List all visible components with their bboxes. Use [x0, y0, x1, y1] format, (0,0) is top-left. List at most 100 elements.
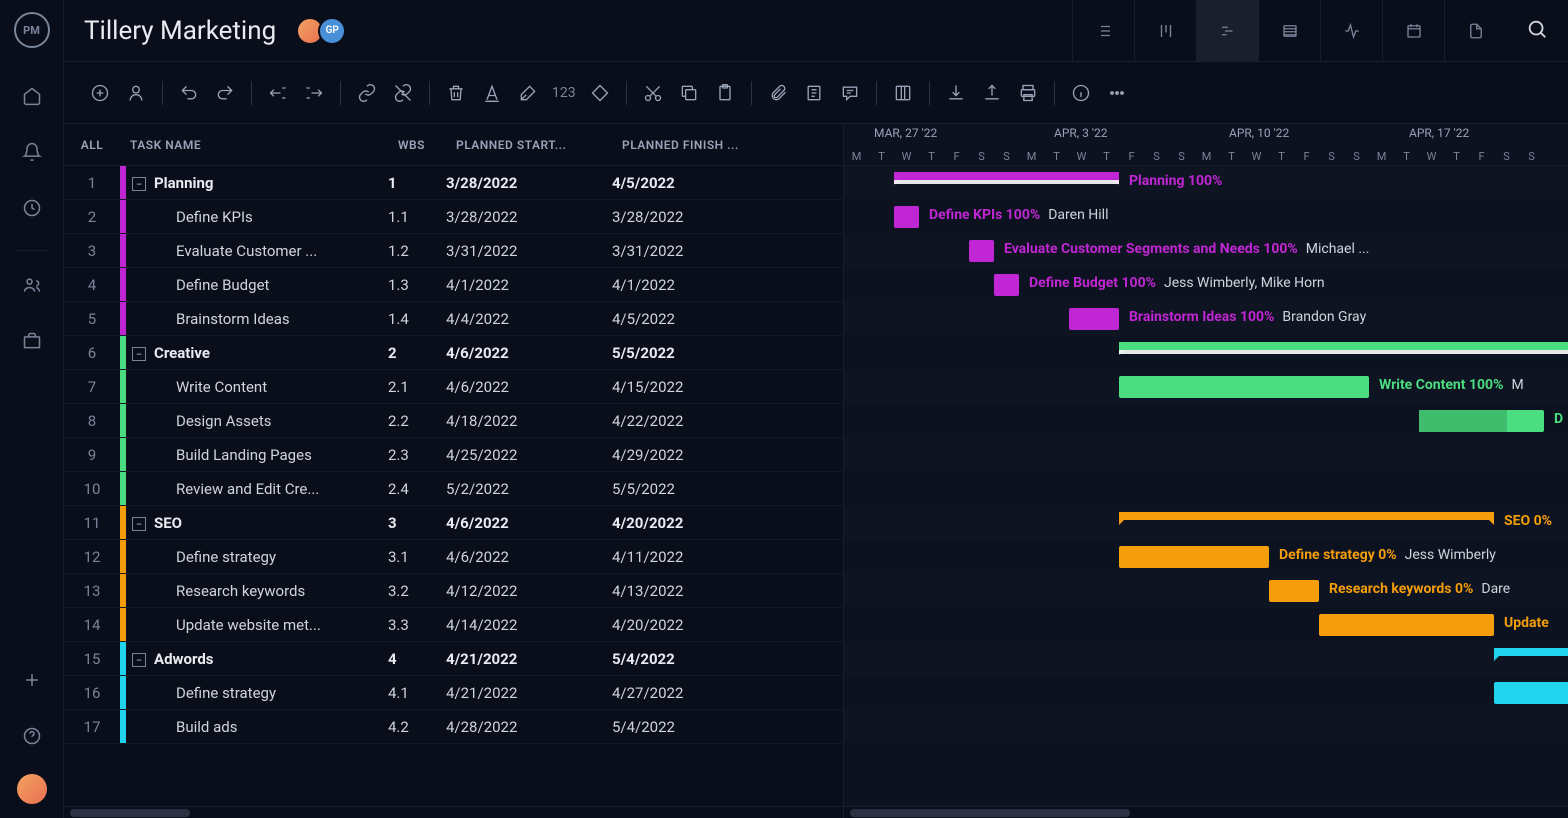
table-row[interactable]: 16Define strategy4.14/21/20224/27/2022	[64, 676, 843, 710]
table-row[interactable]: 12Define strategy3.14/6/20224/11/2022	[64, 540, 843, 574]
avatar[interactable]: GP	[318, 17, 346, 45]
app-logo[interactable]: PM	[14, 12, 50, 48]
task-name: Design Assets	[176, 412, 272, 430]
table-row[interactable]: 14Update website met...3.34/14/20224/20/…	[64, 608, 843, 642]
milestone-button[interactable]	[584, 77, 616, 109]
attach-button[interactable]	[762, 77, 794, 109]
outdent-button[interactable]	[262, 77, 294, 109]
unlink-button[interactable]	[387, 77, 419, 109]
table-row[interactable]: 8Design Assets2.24/18/20224/22/2022	[64, 404, 843, 438]
day-label: S	[994, 150, 1019, 163]
day-label: M	[1019, 150, 1044, 163]
assign-button[interactable]	[120, 77, 152, 109]
paste-button[interactable]	[709, 77, 741, 109]
export-button[interactable]	[976, 77, 1008, 109]
table-row[interactable]: 11−SEO34/6/20224/20/2022	[64, 506, 843, 540]
gantt-view-button[interactable]	[1196, 0, 1258, 62]
gantt-bar-label: Define strategy 0%Jess Wimberly	[1279, 547, 1496, 563]
table-row[interactable]: 4Define Budget1.34/1/20224/1/2022	[64, 268, 843, 302]
list-view-button[interactable]	[1072, 0, 1134, 62]
collapse-icon[interactable]: −	[132, 653, 146, 667]
activity-view-button[interactable]	[1320, 0, 1382, 62]
plus-icon[interactable]	[14, 662, 50, 698]
board-view-button[interactable]	[1134, 0, 1196, 62]
bell-icon[interactable]	[14, 134, 50, 170]
table-row[interactable]: 1−Planning13/28/20224/5/2022	[64, 166, 843, 200]
columns-button[interactable]	[887, 77, 919, 109]
comment-button[interactable]	[834, 77, 866, 109]
home-icon[interactable]	[14, 78, 50, 114]
table-row[interactable]: 13Research keywords3.24/12/20224/13/2022	[64, 574, 843, 608]
gantt-bar[interactable]	[894, 172, 1119, 180]
col-start[interactable]: PLANNED START...	[446, 138, 612, 152]
day-label: T	[1044, 150, 1069, 163]
table-row[interactable]: 10Review and Edit Cre...2.45/2/20225/5/2…	[64, 472, 843, 506]
more-button[interactable]	[1101, 77, 1133, 109]
table-row[interactable]: 5Brainstorm Ideas1.44/4/20224/5/2022	[64, 302, 843, 336]
member-avatars[interactable]: GP	[296, 17, 340, 45]
day-label: W	[1244, 150, 1269, 163]
cut-button[interactable]	[637, 77, 669, 109]
col-wbs[interactable]: WBS	[388, 138, 446, 152]
gantt-bar[interactable]	[1069, 308, 1119, 330]
col-name[interactable]: TASK NAME	[120, 138, 388, 152]
gantt-body[interactable]: Planning 100%Define KPIs 100%Daren HillE…	[844, 166, 1568, 806]
table-row[interactable]: 2Define KPIs1.13/28/20223/28/2022	[64, 200, 843, 234]
import-button[interactable]	[940, 77, 972, 109]
sheet-view-button[interactable]	[1258, 0, 1320, 62]
gantt-bar[interactable]	[1119, 546, 1269, 568]
add-task-button[interactable]	[84, 77, 116, 109]
gantt-bar[interactable]	[994, 274, 1019, 296]
gantt-bar[interactable]	[1119, 342, 1568, 350]
file-view-button[interactable]	[1444, 0, 1506, 62]
search-icon[interactable]	[1526, 18, 1548, 44]
col-all[interactable]: ALL	[64, 138, 120, 152]
user-avatar[interactable]	[17, 774, 47, 804]
task-name: Write Content	[176, 378, 267, 396]
gantt-bar[interactable]	[1119, 512, 1494, 520]
redo-button[interactable]	[209, 77, 241, 109]
day-label: M	[1194, 150, 1219, 163]
gantt-bar[interactable]	[1119, 376, 1369, 398]
collapse-icon[interactable]: −	[132, 517, 146, 531]
day-label: T	[1219, 150, 1244, 163]
day-label: T	[919, 150, 944, 163]
col-finish[interactable]: PLANNED FINISH ...	[612, 138, 778, 152]
link-button[interactable]	[351, 77, 383, 109]
table-row[interactable]: 9Build Landing Pages2.34/25/20224/29/202…	[64, 438, 843, 472]
gantt-bar-label: Define Budget 100%Jess Wimberly, Mike Ho…	[1029, 275, 1325, 291]
help-icon[interactable]	[14, 718, 50, 754]
people-icon[interactable]	[14, 267, 50, 303]
gantt-bar[interactable]	[1319, 614, 1494, 636]
toolbar: 123	[64, 62, 1568, 124]
gantt-bar-label: Planning 100%	[1129, 173, 1222, 189]
gantt-bar[interactable]	[1269, 580, 1319, 602]
collapse-icon[interactable]: −	[132, 177, 146, 191]
delete-button[interactable]	[440, 77, 472, 109]
grid-scrollbar[interactable]	[64, 806, 843, 818]
gantt-scrollbar[interactable]	[844, 806, 1568, 818]
table-row[interactable]: 15−Adwords44/21/20225/4/2022	[64, 642, 843, 676]
table-row[interactable]: 17Build ads4.24/28/20225/4/2022	[64, 710, 843, 744]
clear-format-button[interactable]	[512, 77, 544, 109]
info-button[interactable]	[1065, 77, 1097, 109]
briefcase-icon[interactable]	[14, 323, 50, 359]
table-row[interactable]: 7Write Content2.14/6/20224/15/2022	[64, 370, 843, 404]
table-row[interactable]: 3Evaluate Customer ...1.23/31/20223/31/2…	[64, 234, 843, 268]
number-button[interactable]: 123	[548, 85, 580, 101]
table-row[interactable]: 6−Creative24/6/20225/5/2022	[64, 336, 843, 370]
collapse-icon[interactable]: −	[132, 347, 146, 361]
gantt-bar-label: Update	[1504, 615, 1549, 631]
notes-button[interactable]	[798, 77, 830, 109]
copy-button[interactable]	[673, 77, 705, 109]
gantt-bar[interactable]	[1494, 648, 1568, 656]
gantt-bar[interactable]	[969, 240, 994, 262]
font-button[interactable]	[476, 77, 508, 109]
calendar-view-button[interactable]	[1382, 0, 1444, 62]
print-button[interactable]	[1012, 77, 1044, 109]
clock-icon[interactable]	[14, 190, 50, 226]
indent-button[interactable]	[298, 77, 330, 109]
gantt-bar[interactable]	[1494, 682, 1568, 704]
gantt-bar[interactable]	[894, 206, 919, 228]
undo-button[interactable]	[173, 77, 205, 109]
